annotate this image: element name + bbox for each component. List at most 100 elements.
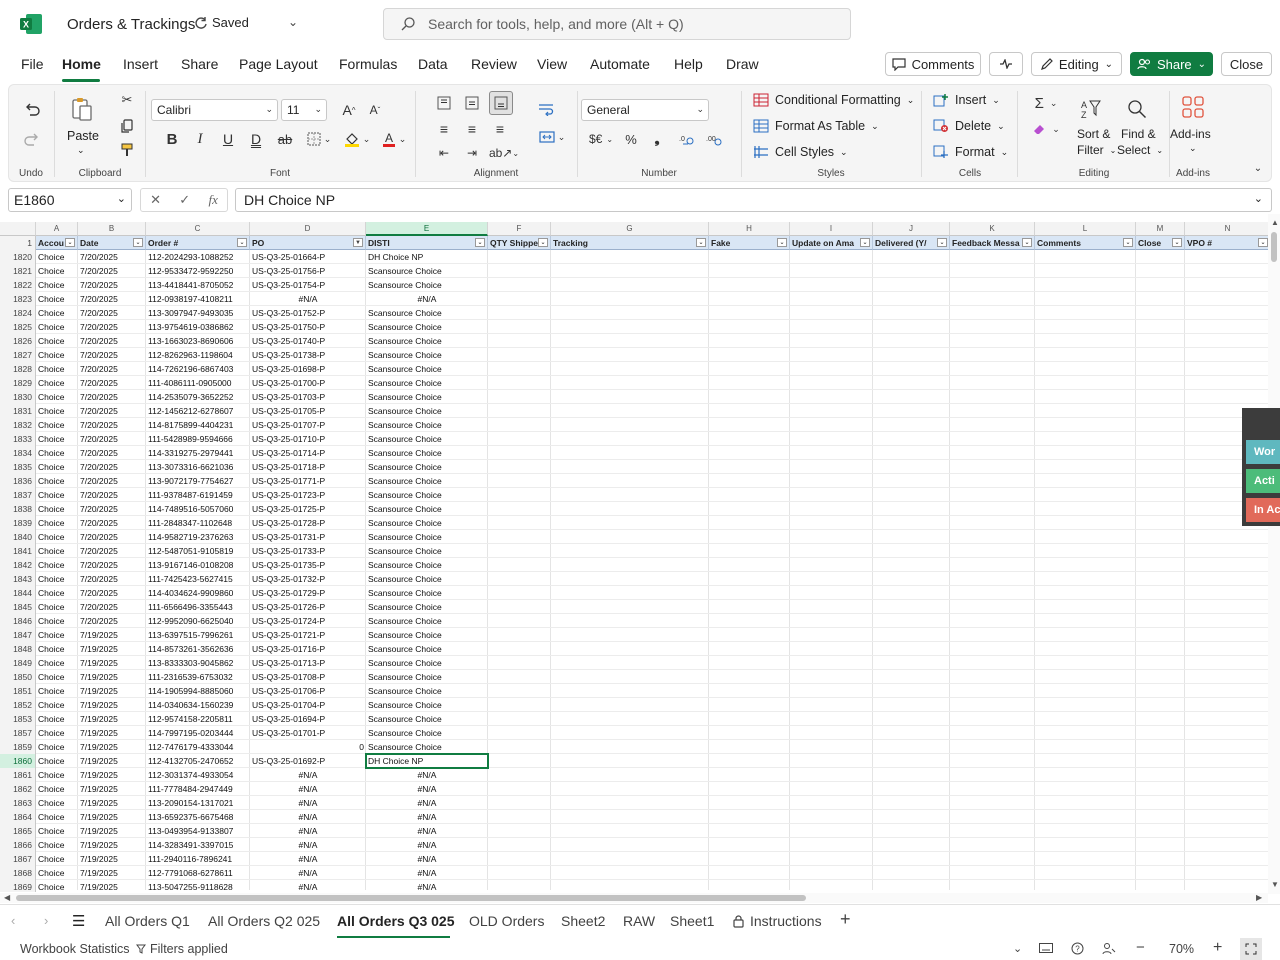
cell-date[interactable]: 7/20/2025: [78, 572, 146, 586]
cell-qty-shipped[interactable]: [488, 810, 551, 824]
cancel-icon[interactable]: ✕: [150, 192, 161, 208]
cell-qty-shipped[interactable]: [488, 614, 551, 628]
italic-icon[interactable]: I: [191, 129, 209, 149]
cell-po[interactable]: US-Q3-25-01725-P: [250, 502, 366, 516]
row-header[interactable]: 1834: [0, 446, 36, 460]
filter-dropdown-icon[interactable]: ⌄: [1123, 238, 1133, 247]
cell-qty-shipped[interactable]: [488, 264, 551, 278]
cell-date[interactable]: 7/19/2025: [78, 880, 146, 892]
format-cells-button[interactable]: Format ⌄: [933, 145, 1008, 159]
cell-account[interactable]: Choice: [36, 656, 78, 670]
cell-qty-shipped[interactable]: [488, 768, 551, 782]
cell-qty-shipped[interactable]: [488, 600, 551, 614]
cell-account[interactable]: Choice: [36, 824, 78, 838]
chevron-down-icon[interactable]: ⌄: [1013, 942, 1022, 955]
row-header[interactable]: 1827: [0, 348, 36, 362]
cell-po[interactable]: US-Q3-25-01664-P: [250, 250, 366, 264]
sort-filter-label-1[interactable]: Sort &: [1077, 127, 1110, 141]
scroll-right-icon[interactable]: ▶: [1256, 893, 1262, 902]
row-header[interactable]: 1864: [0, 810, 36, 824]
cell-account[interactable]: Choice: [36, 782, 78, 796]
cell-date[interactable]: 7/19/2025: [78, 628, 146, 642]
row-header[interactable]: 1829: [0, 376, 36, 390]
chevron-down-icon[interactable]: ⌄: [1189, 143, 1197, 154]
row-header[interactable]: 1835: [0, 460, 36, 474]
document-title[interactable]: Orders & Trackings: [67, 16, 195, 33]
cell-disti[interactable]: Scansource Choice: [366, 740, 488, 754]
cell-order-number[interactable]: 113-6397515-7996261: [146, 628, 250, 642]
find-select-label-1[interactable]: Find &: [1121, 127, 1156, 141]
cell-qty-shipped[interactable]: [488, 670, 551, 684]
cell-po[interactable]: #N/A: [250, 768, 366, 782]
row-header[interactable]: 1841: [0, 544, 36, 558]
cell-account[interactable]: Choice: [36, 530, 78, 544]
cut-icon[interactable]: ✂: [117, 91, 137, 109]
cell-order-number[interactable]: 111-5428989-9594666: [146, 432, 250, 446]
cell-account[interactable]: Choice: [36, 628, 78, 642]
cell-order-number[interactable]: 114-4034624-9909860: [146, 586, 250, 600]
cell-order-number[interactable]: 112-3031374-4933054: [146, 768, 250, 782]
cell-date[interactable]: 7/19/2025: [78, 796, 146, 810]
sheet-tab-sheet1[interactable]: Sheet1: [670, 913, 714, 929]
sort-filter-button[interactable]: Filter ⌄: [1077, 143, 1116, 157]
side-panel-button-3[interactable]: In Ac: [1246, 498, 1280, 522]
cell-disti[interactable]: Scansource Choice: [366, 516, 488, 530]
cell-qty-shipped[interactable]: [488, 754, 551, 768]
decrease-indent-icon[interactable]: ⇤: [433, 143, 455, 163]
cell-order-number[interactable]: 111-4086111-0905000: [146, 376, 250, 390]
cell-date[interactable]: 7/20/2025: [78, 320, 146, 334]
cell-date[interactable]: 7/20/2025: [78, 558, 146, 572]
cell-order-number[interactable]: 111-6566496-3355443: [146, 600, 250, 614]
cell-qty-shipped[interactable]: [488, 712, 551, 726]
row-header[interactable]: 1831: [0, 404, 36, 418]
cell-date[interactable]: 7/20/2025: [78, 348, 146, 362]
cell-date[interactable]: 7/19/2025: [78, 768, 146, 782]
cell-disti[interactable]: Scansource Choice: [366, 334, 488, 348]
cell-disti[interactable]: Scansource Choice: [366, 698, 488, 712]
cell-date[interactable]: 7/20/2025: [78, 474, 146, 488]
cell-disti[interactable]: Scansource Choice: [366, 390, 488, 404]
double-underline-icon[interactable]: D: [247, 129, 265, 149]
cell-order-number[interactable]: 112-4132705-2470652: [146, 754, 250, 768]
cell-date[interactable]: 7/19/2025: [78, 782, 146, 796]
cell-account[interactable]: Choice: [36, 292, 78, 306]
cell-disti[interactable]: Scansource Choice: [366, 320, 488, 334]
align-right-icon[interactable]: ≡: [489, 119, 511, 139]
cell-po[interactable]: #N/A: [250, 796, 366, 810]
cell-date[interactable]: 7/20/2025: [78, 432, 146, 446]
cell-account[interactable]: Choice: [36, 250, 78, 264]
cell-date[interactable]: 7/20/2025: [78, 390, 146, 404]
table-header-cell[interactable]: Feedback Messa ⌄: [950, 236, 1035, 250]
row-header[interactable]: 1821: [0, 264, 36, 278]
addins-label[interactable]: Add-ins: [1170, 127, 1211, 141]
cell-qty-shipped[interactable]: [488, 306, 551, 320]
cell-qty-shipped[interactable]: [488, 516, 551, 530]
fit-to-window-icon[interactable]: [1240, 938, 1262, 960]
cell-qty-shipped[interactable]: [488, 796, 551, 810]
cell-qty-shipped[interactable]: [488, 530, 551, 544]
cell-account[interactable]: Choice: [36, 726, 78, 740]
enter-icon[interactable]: ✓: [179, 192, 190, 208]
sheet-tab-all-orders-q1[interactable]: All Orders Q1: [105, 913, 190, 929]
cell-po[interactable]: US-Q3-25-01726-P: [250, 600, 366, 614]
cell-po[interactable]: US-Q3-25-01771-P: [250, 474, 366, 488]
cell-account[interactable]: Choice: [36, 320, 78, 334]
cell-qty-shipped[interactable]: [488, 782, 551, 796]
cell-account[interactable]: Choice: [36, 278, 78, 292]
row-header[interactable]: 1823: [0, 292, 36, 306]
menu-automate[interactable]: Automate: [590, 56, 650, 72]
cell-date[interactable]: 7/20/2025: [78, 278, 146, 292]
column-header-m[interactable]: M: [1136, 222, 1185, 236]
copy-icon[interactable]: [117, 117, 137, 135]
cell-qty-shipped[interactable]: [488, 698, 551, 712]
row-header[interactable]: 1851: [0, 684, 36, 698]
cell-order-number[interactable]: 114-7997195-0203444: [146, 726, 250, 740]
search-box[interactable]: Search for tools, help, and more (Alt + …: [383, 8, 851, 40]
horizontal-scrollbar[interactable]: ◀ ▶: [0, 893, 1268, 903]
redo-icon[interactable]: [21, 129, 43, 151]
cell-disti[interactable]: #N/A: [366, 768, 488, 782]
row-header[interactable]: 1832: [0, 418, 36, 432]
scroll-left-icon[interactable]: ◀: [4, 893, 10, 902]
table-header-cell[interactable]: Tracking ⌄: [551, 236, 709, 250]
number-format-dropdown[interactable]: General ⌄: [581, 99, 709, 121]
